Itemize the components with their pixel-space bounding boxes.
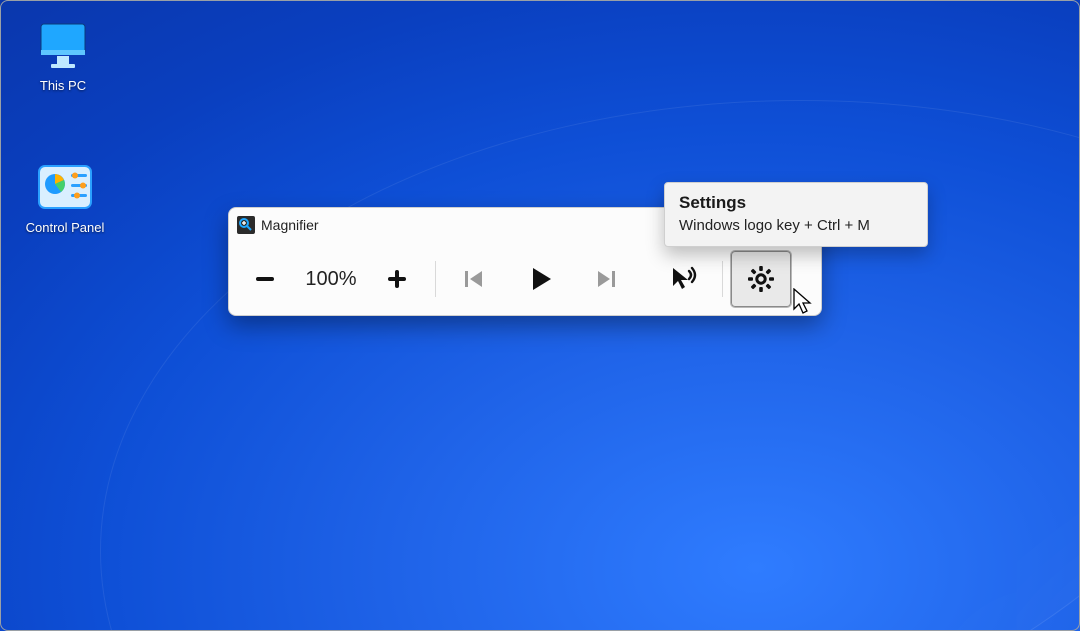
- settings-tooltip: Settings Windows logo key + Ctrl + M: [664, 182, 928, 247]
- control-panel-icon: [33, 160, 97, 218]
- window-title: Magnifier: [261, 217, 319, 233]
- desktop-icon-control-panel[interactable]: Control Panel: [10, 160, 120, 235]
- magnifier-app-icon: [237, 216, 255, 234]
- tooltip-shortcut: Windows logo key + Ctrl + M: [679, 217, 913, 234]
- cursor-sound-icon: [669, 264, 699, 294]
- plus-icon: [384, 266, 410, 292]
- next-button[interactable]: [576, 251, 636, 307]
- separator: [722, 261, 723, 297]
- zoom-in-button[interactable]: [367, 251, 427, 307]
- skip-previous-icon: [460, 265, 488, 293]
- read-from-here-button[interactable]: [654, 251, 714, 307]
- previous-button[interactable]: [444, 251, 504, 307]
- play-button[interactable]: [504, 251, 576, 307]
- separator: [435, 261, 436, 297]
- desktop-icon-label: This PC: [18, 78, 108, 93]
- gear-icon: [747, 265, 775, 293]
- monitor-icon: [33, 18, 93, 76]
- desktop-icon-label: Control Panel: [10, 220, 120, 235]
- desktop-icon-this-pc[interactable]: This PC: [18, 18, 108, 93]
- settings-button[interactable]: [731, 251, 791, 307]
- tooltip-title: Settings: [679, 193, 913, 213]
- magnifier-toolbar: 100%: [229, 242, 821, 316]
- zoom-level: 100%: [295, 268, 367, 291]
- play-icon: [525, 264, 555, 294]
- zoom-out-button[interactable]: [235, 251, 295, 307]
- minus-icon: [252, 266, 278, 292]
- skip-next-icon: [592, 265, 620, 293]
